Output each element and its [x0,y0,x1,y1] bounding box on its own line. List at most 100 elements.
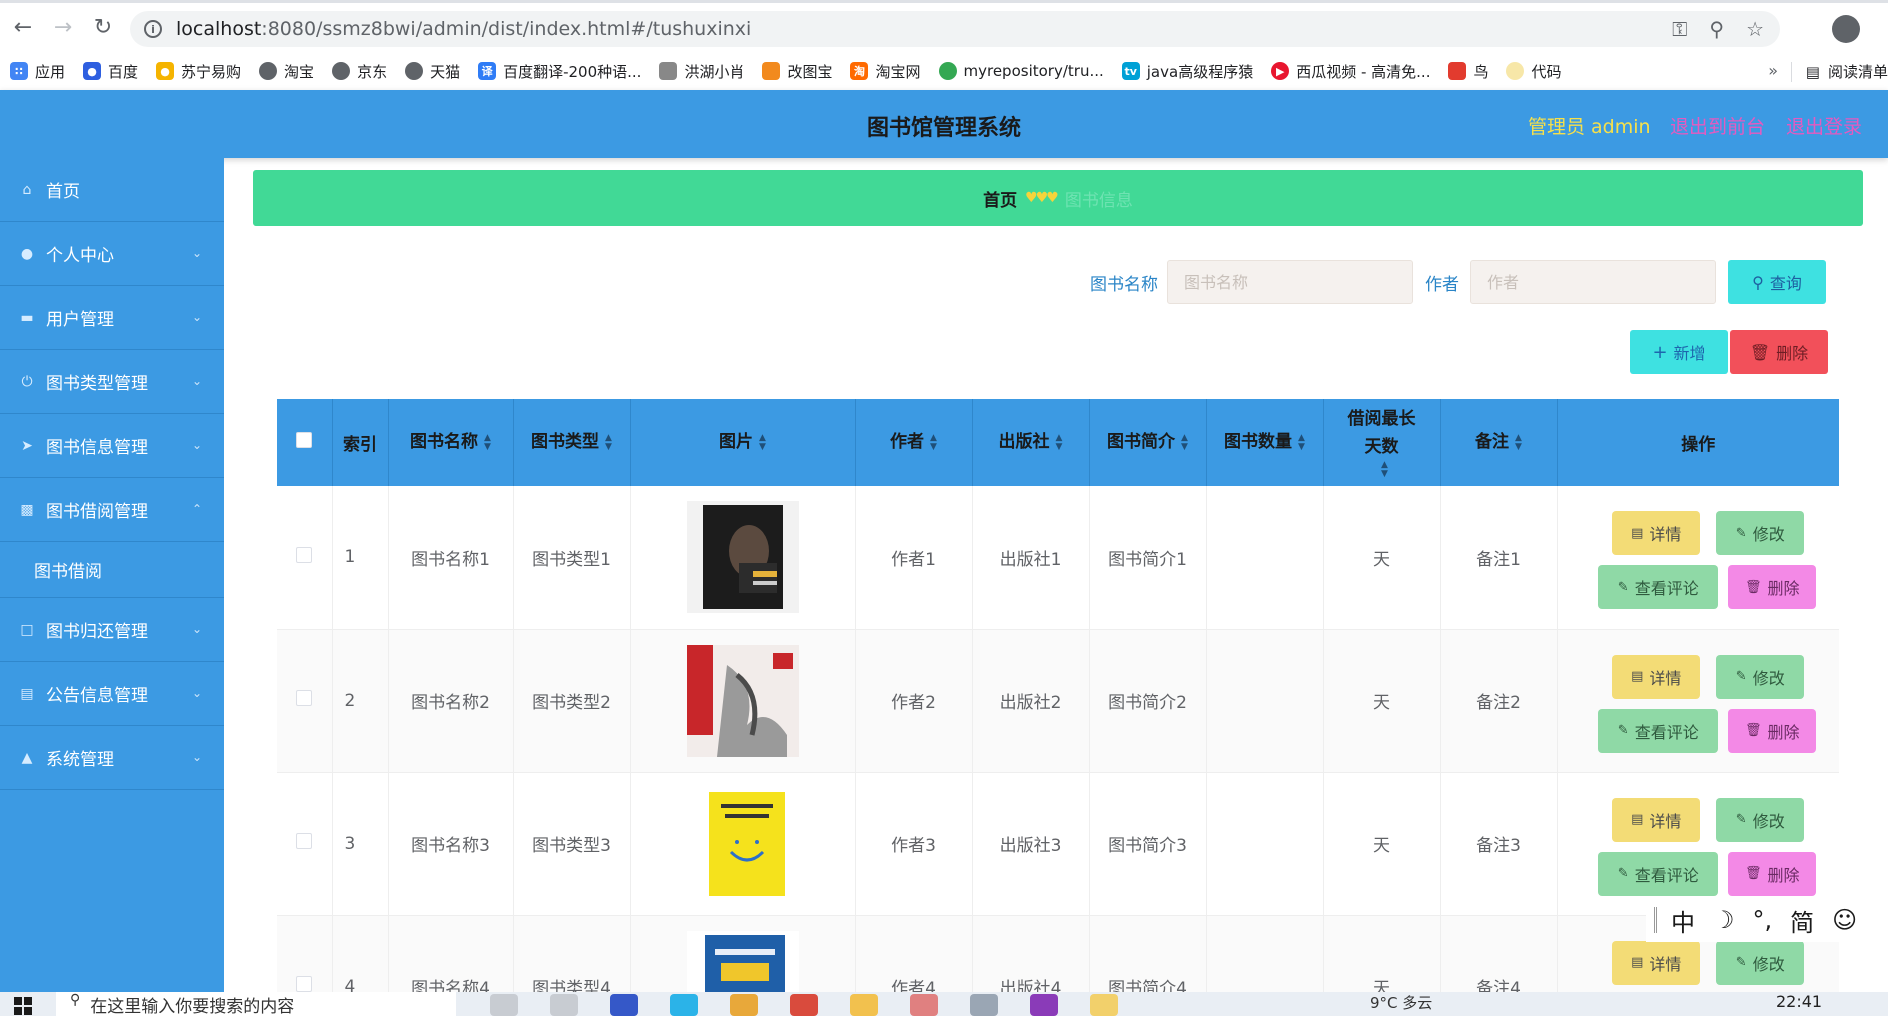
bookmark-honghu[interactable]: 洪湖小肖 [659,61,744,82]
ime-simplified-toggle[interactable]: 简 [1790,903,1814,938]
sort-icon[interactable]: ▲ ▼ [1381,460,1388,479]
bookmark-taobaowang[interactable]: 淘淘宝网 [850,61,921,82]
sidebar-item-book-types[interactable]: ⏻ 图书类型管理 ⌄ [0,350,224,414]
widgets-icon[interactable] [550,994,578,1016]
paint-icon[interactable] [910,994,938,1016]
address-bar[interactable]: i localhost:8080/ssmz8bwi/admin/dist/ind… [130,11,1780,47]
bookmark-baidu[interactable]: ● 百度 [83,61,138,82]
col-max-days[interactable]: 借阅最长天数 ▲ ▼ [1323,399,1441,486]
col-type[interactable]: 图书类型 ▲ ▼ [513,399,631,486]
reload-icon[interactable]: ↻ [86,11,120,45]
back-arrow-icon[interactable]: ← [6,11,40,45]
sidebar-item-system[interactable]: ▲ 系统管理 ⌄ [0,726,224,790]
edit-button[interactable]: ✎ 修改 [1716,940,1805,985]
col-publisher[interactable]: 出版社 ▲ ▼ [972,399,1090,486]
logout-link[interactable]: 退出登录 [1786,112,1862,139]
edit-button[interactable]: ✎ 修改 [1716,797,1805,842]
forward-arrow-icon[interactable]: → [46,11,80,45]
bookmarks-overflow-icon[interactable]: » [1768,61,1778,80]
bookmark-code[interactable]: 代码 [1506,61,1562,82]
breadcrumb-home[interactable]: 首页 [983,186,1017,211]
windows-start-icon[interactable] [14,997,32,1015]
detail-button[interactable]: ▤ 详情 [1612,511,1701,556]
folder-icon[interactable] [850,994,878,1016]
idea-icon[interactable] [1030,994,1058,1016]
row-checkbox[interactable] [296,690,313,706]
delete-button[interactable]: 🗑 删除 [1728,708,1817,753]
sidebar-item-return[interactable]: □ 图书归还管理 ⌄ [0,598,224,662]
bookmark-tmall[interactable]: 天猫 [405,61,460,82]
sort-icon[interactable]: ▲ ▼ [759,433,766,452]
col-image[interactable]: 图片 ▲ ▼ [630,399,856,486]
explorer-icon[interactable] [1090,994,1118,1016]
col-author[interactable]: 作者 ▲ ▼ [855,399,973,486]
view-comments-button[interactable]: ✎ 查看评论 [1598,565,1719,610]
taskbar-search[interactable]: ⚲ 在这里输入你要搜索的内容 [56,992,456,1016]
sidebar-item-home[interactable]: ⌂ 首页 [0,158,224,222]
sort-icon[interactable]: ▲ ▼ [1181,433,1188,452]
chrome-dev-icon[interactable] [790,994,818,1016]
url-text[interactable]: localhost:8080/ssmz8bwi/admin/dist/index… [176,18,751,40]
row-checkbox[interactable] [296,833,313,849]
sort-icon[interactable]: ▲ ▼ [605,433,612,452]
ime-chinese-toggle[interactable]: 中 [1671,903,1695,938]
row-checkbox[interactable] [296,546,313,563]
query-button[interactable]: ⚲ 查询 [1728,260,1826,304]
edit-button[interactable]: ✎ 修改 [1716,511,1805,556]
exit-to-front-link[interactable]: 退出到前台 [1670,112,1765,139]
profile-avatar-icon[interactable] [1832,15,1860,43]
book-name-input[interactable] [1167,260,1413,304]
star-icon[interactable]: ☆ [1746,17,1764,41]
chrome-icon[interactable] [730,994,758,1016]
reading-list[interactable]: ▤ 阅读清单 [1790,61,1888,82]
row-checkbox[interactable] [296,976,313,992]
bookmark-xigua[interactable]: ▶ 西瓜视频 - 高清免... [1271,61,1430,82]
sort-icon[interactable]: ▲ ▼ [930,433,937,452]
col-summary[interactable]: 图书简介 ▲ ▼ [1089,399,1207,486]
bookmark-java[interactable]: tv java高级程序猿 [1121,61,1253,82]
view-comments-button[interactable]: ✎ 查看评论 [1598,708,1719,753]
add-button[interactable]: + 新增 [1630,330,1728,374]
sort-icon[interactable]: ▲ ▼ [1515,433,1522,452]
view-comments-button[interactable]: ✎ 查看评论 [1598,851,1719,896]
bookmark-apps[interactable]: ∷ 应用 [10,61,65,82]
ime-emoji-icon[interactable]: ☺ [1832,906,1857,934]
delete-button[interactable]: 🗑 删除 [1728,565,1817,610]
task-view-icon[interactable] [490,994,518,1016]
sidebar-item-notices[interactable]: ▤ 公告信息管理 ⌄ [0,662,224,726]
bookmark-jd[interactable]: 京东 [332,61,387,82]
bookmark-niao[interactable]: 鸟 [1448,61,1488,82]
edge-icon[interactable] [670,994,698,1016]
delete-button[interactable]: 🗑 删除 [1728,851,1817,896]
col-remark[interactable]: 备注 ▲ ▼ [1440,399,1558,486]
edit-button[interactable]: ✎ 修改 [1716,654,1805,699]
sort-icon[interactable]: ▲ ▼ [1056,433,1063,452]
site-info-icon[interactable]: i [144,20,162,38]
sidebar-subitem-borrow[interactable]: 图书借阅 [0,542,224,598]
sidebar-item-borrow[interactable]: ▩ 图书借阅管理 ⌃ [0,478,224,542]
select-all-checkbox[interactable] [296,432,313,448]
sidebar-item-book-info[interactable]: ➤ 图书信息管理 ⌄ [0,414,224,478]
col-quantity[interactable]: 图书数量 ▲ ▼ [1206,399,1324,486]
key-icon[interactable]: ⚿ [1672,17,1687,41]
author-input[interactable] [1470,260,1716,304]
bookmark-gaitubao[interactable]: 改图宝 [762,61,832,82]
ime-drag-handle[interactable] [1654,907,1657,933]
sort-icon[interactable]: ▲ ▼ [484,433,491,452]
sort-icon[interactable]: ▲ ▼ [1298,433,1305,452]
ime-punctuation-toggle[interactable]: °, [1753,906,1773,934]
bookmark-taobao[interactable]: 淘宝 [259,61,314,82]
zoom-icon[interactable]: ⚲ [1709,17,1724,41]
weather-status[interactable]: 9°C 多云 [1370,992,1432,1013]
clock[interactable]: 22:41 [1776,992,1822,1011]
col-name[interactable]: 图书名称 ▲ ▼ [388,399,514,486]
detail-button[interactable]: ▤ 详情 [1612,654,1701,699]
bookmark-fanyi[interactable]: 译百度翻译-200种语... [478,61,641,82]
detail-button[interactable]: ▤ 详情 [1612,797,1701,842]
ime-moon-icon[interactable]: ☽ [1713,906,1735,934]
bulk-delete-button[interactable]: 🗑 删除 [1730,330,1828,374]
notepad-icon[interactable] [970,994,998,1016]
bookmark-myrepository[interactable]: myrepository/tru... [938,62,1104,80]
vs-icon[interactable] [610,994,638,1016]
bookmark-suning[interactable]: ● 苏宁易购 [156,61,241,82]
